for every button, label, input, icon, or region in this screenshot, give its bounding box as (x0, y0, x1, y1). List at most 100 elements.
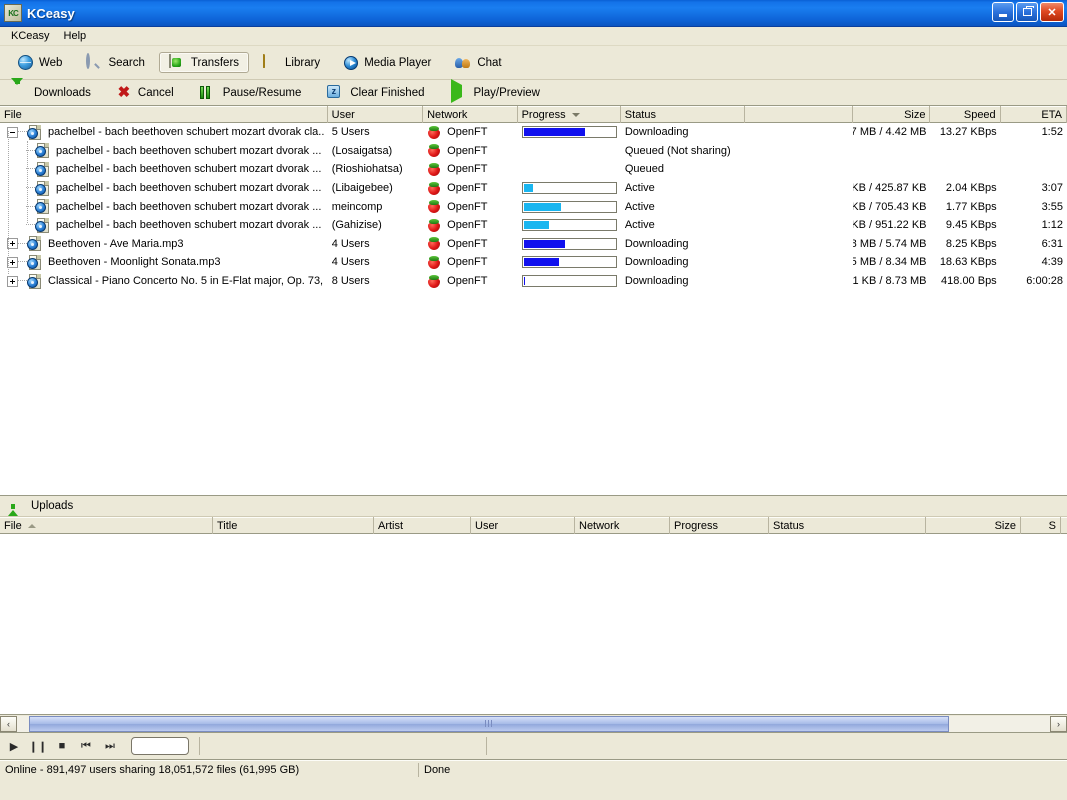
transfer-row[interactable]: pachelbel - bach beethoven schubert moza… (0, 216, 1067, 235)
transfer-spacer-cell (745, 160, 852, 178)
media-file-icon (35, 180, 50, 196)
window-controls: ✕ (992, 2, 1064, 22)
transfers-col-blank-5[interactable] (745, 106, 853, 123)
transfer-network-cell: OpenFT (423, 142, 517, 160)
cancel-button[interactable]: ✖ Cancel (114, 85, 177, 101)
tree-expand-icon[interactable] (7, 275, 18, 287)
tab-chat[interactable]: Chat (445, 52, 511, 73)
tab-transfers-label: Transfers (190, 56, 240, 69)
transfer-eta-cell (1001, 142, 1067, 160)
scroll-right-button[interactable]: › (1050, 715, 1067, 732)
media-file-icon (35, 161, 50, 177)
tree-trunk-line (8, 131, 10, 274)
next-button[interactable]: ⏭ (103, 738, 117, 754)
transfer-file-name: Beethoven - Moonlight Sonata.mp3 (48, 256, 221, 269)
tab-media-player[interactable]: Media Player (334, 52, 441, 73)
transfer-speed-cell: 18.63 KBps (939, 256, 997, 269)
menu-item-help[interactable]: Help (57, 29, 94, 43)
pause-resume-button-label: Pause/Resume (222, 86, 302, 99)
uploads-col-network[interactable]: Network (575, 517, 670, 534)
transfer-eta-cell (1001, 160, 1067, 178)
media-file-icon (35, 143, 50, 159)
transfer-status-cell: Downloading (624, 256, 689, 269)
seek-field[interactable] (131, 737, 189, 755)
media-file-icon (27, 273, 42, 289)
transfer-status-cell: Queued (624, 163, 664, 176)
menu-item-kceasy[interactable]: KCeasy (4, 29, 57, 43)
tab-web[interactable]: Web (8, 52, 72, 73)
uploads-col-title[interactable]: Title (213, 517, 374, 534)
transfer-file-cell: Classical - Piano Concerto No. 5 in E-Fl… (0, 272, 328, 290)
player-separator-1 (199, 737, 200, 755)
tree-branch-line (27, 141, 29, 223)
transfer-row[interactable]: pachelbel - bach beethoven schubert moza… (0, 197, 1067, 216)
uploads-col-status[interactable]: Status (769, 517, 926, 534)
transfer-file-cell: pachelbel - bach beethoven schubert moza… (0, 142, 328, 160)
uploads-col-size[interactable]: Size (926, 517, 1021, 534)
stop-button[interactable]: ■ (55, 738, 69, 754)
transfer-status-cell: Active (624, 200, 655, 213)
previous-button[interactable]: ⏮ (79, 738, 93, 754)
transfers-col-eta[interactable]: ETA (1001, 106, 1067, 123)
transfer-progress-cell (518, 198, 621, 216)
transfers-col-status[interactable]: Status (621, 106, 746, 123)
transfer-user-cell: (Libaigebee) (331, 182, 393, 195)
column-label: Size (904, 108, 926, 121)
transfers-list[interactable]: pachelbel - bach beethoven schubert moza… (0, 123, 1067, 496)
transfer-user-cell: (Rioshiohatsa) (331, 163, 403, 176)
tab-search[interactable]: Search (76, 52, 154, 73)
transfer-speed-cell: 9.45 KBps (945, 219, 997, 232)
transfer-network-label: OpenFT (447, 163, 488, 176)
transfer-size-cell: 3.25 MB / 8.34 MB (853, 256, 927, 269)
uploads-col-file[interactable]: File (0, 517, 213, 534)
transfer-row[interactable]: Classical - Piano Concerto No. 5 in E-Fl… (0, 272, 1067, 291)
transfer-user-cell: 4 Users (331, 237, 370, 250)
pause-resume-button[interactable]: Pause/Resume (197, 84, 305, 102)
transfer-row[interactable]: pachelbel - bach beethoven schubert moza… (0, 160, 1067, 179)
transfers-col-size[interactable]: Size (853, 106, 931, 123)
scroll-thumb[interactable] (29, 715, 949, 732)
minimize-button[interactable] (992, 2, 1014, 22)
uploads-col-progress[interactable]: Progress (670, 517, 769, 534)
uploads-col-s[interactable]: S (1021, 517, 1061, 534)
transfers-col-user[interactable]: User (328, 106, 424, 123)
transfer-spacer-cell (745, 142, 852, 160)
transfers-col-speed[interactable]: Speed (930, 106, 1001, 123)
downloads-button[interactable]: Downloads (8, 77, 94, 102)
transfers-col-network[interactable]: Network (423, 106, 518, 123)
clear-finished-button[interactable]: z Clear Finished (324, 84, 427, 102)
play-circle-icon (344, 55, 359, 70)
scroll-left-button[interactable]: ‹ (0, 715, 17, 732)
app-icon: KC (4, 4, 22, 22)
scroll-track[interactable] (17, 715, 1050, 732)
transfers-col-progress[interactable]: Progress (518, 106, 621, 123)
sort-up-icon (27, 523, 36, 528)
transfer-row[interactable]: pachelbel - bach beethoven schubert moza… (0, 179, 1067, 198)
transfer-user-cell: 5 Users (331, 126, 370, 139)
transfer-spacer-cell (745, 272, 852, 290)
close-button[interactable]: ✕ (1040, 2, 1064, 22)
transfer-spacer-cell (745, 216, 852, 234)
transfer-row[interactable]: pachelbel - bach beethoven schubert moza… (0, 142, 1067, 161)
progress-bar (521, 219, 617, 232)
downloads-button-label: Downloads (34, 86, 91, 99)
horizontal-scrollbar[interactable]: ‹ › (0, 715, 1067, 733)
transfer-speed-cell: 418.00 Bps (941, 275, 997, 288)
column-label: File (4, 108, 22, 121)
play-preview-button[interactable]: Play/Preview (448, 78, 543, 103)
tab-library[interactable]: Library (253, 52, 330, 73)
transfer-row[interactable]: pachelbel - bach beethoven schubert moza… (0, 123, 1067, 142)
uploads-col-artist[interactable]: Artist (374, 517, 471, 534)
transfers-col-file[interactable]: File (0, 106, 328, 123)
transfer-row[interactable]: Beethoven - Ave Maria.mp3 4 Users OpenFT Do… (0, 235, 1067, 254)
column-label: Title (217, 519, 238, 532)
maximize-button[interactable] (1016, 2, 1038, 22)
play-button[interactable]: ▶ (7, 738, 21, 754)
transfer-network-cell: OpenFT (423, 179, 517, 197)
transfer-status-cell: Downloading (624, 237, 689, 250)
uploads-col-user[interactable]: User (471, 517, 575, 534)
tab-transfers[interactable]: Transfers (158, 52, 250, 73)
pause-button[interactable]: ❙❙ (29, 738, 47, 754)
uploads-list[interactable] (0, 534, 1067, 715)
transfer-row[interactable]: Beethoven - Moonlight Sonata.mp3 4 Users O… (0, 253, 1067, 272)
